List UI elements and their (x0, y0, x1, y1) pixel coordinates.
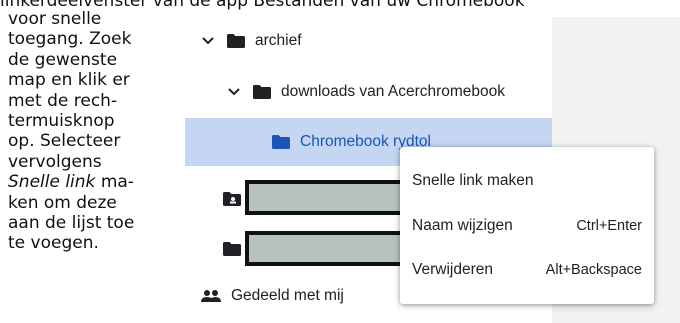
article-line: ken om deze (8, 192, 117, 213)
article-top-line: linkerdeelvenster van de app Bestanden v… (0, 0, 525, 11)
shared-drive-icon (223, 192, 241, 206)
article-line: Snelle link ma- (8, 172, 178, 192)
menu-item-rename[interactable]: Naam wijzigen Ctrl+Enter (400, 204, 654, 248)
menu-item-label: Verwijderen (412, 261, 493, 278)
article-line: toegang. Zoek (8, 29, 132, 50)
article-line: map en klik er (8, 70, 130, 91)
tree-item-label: archief (255, 32, 302, 49)
menu-item-label: Naam wijzigen (412, 217, 513, 234)
menu-item-shortcut: Ctrl+Enter (576, 218, 642, 234)
context-menu: Snelle link maken Naam wijzigen Ctrl+Ent… (400, 147, 654, 304)
chevron-down-icon[interactable] (201, 34, 215, 48)
menu-item-create-shortcut[interactable]: Snelle link maken (400, 159, 654, 203)
folder-icon (223, 242, 241, 256)
article-line: te voegen. (8, 233, 99, 254)
emphasis-text: Snelle link (8, 172, 96, 193)
folder-icon (227, 34, 245, 48)
folder-icon (253, 85, 271, 99)
article-line: aan de lijst toe (8, 213, 135, 234)
article-column: voor snelle toegang. Zoek de gewenste ma… (8, 9, 178, 254)
people-icon (201, 289, 221, 303)
tree-item-archief[interactable]: archief (201, 17, 551, 65)
article-line: met de rech- (8, 90, 118, 111)
tree-item-label: Gedeeld met mij (231, 287, 344, 304)
tree-item-label: downloads van Acerchromebook (281, 83, 506, 100)
menu-item-shortcut: Alt+Backspace (545, 262, 642, 278)
menu-item-delete[interactable]: Verwijderen Alt+Backspace (400, 248, 654, 292)
chevron-down-icon[interactable] (227, 85, 241, 99)
article-line-rest: ma- (100, 172, 134, 193)
article-line: termuisknop (8, 111, 115, 132)
tree-item-downloads[interactable]: downloads van Acerchromebook (227, 68, 547, 116)
article-line: vervolgens (8, 151, 102, 172)
article-line: voor snelle (8, 9, 102, 29)
files-app-screenshot: archief downloads van Acerchromebook Chr… (185, 17, 680, 323)
folder-icon (272, 135, 290, 149)
menu-item-label: Snelle link maken (412, 172, 534, 189)
article-line: de gewenste (8, 49, 118, 70)
article-line: op. Selecteer (8, 131, 121, 152)
